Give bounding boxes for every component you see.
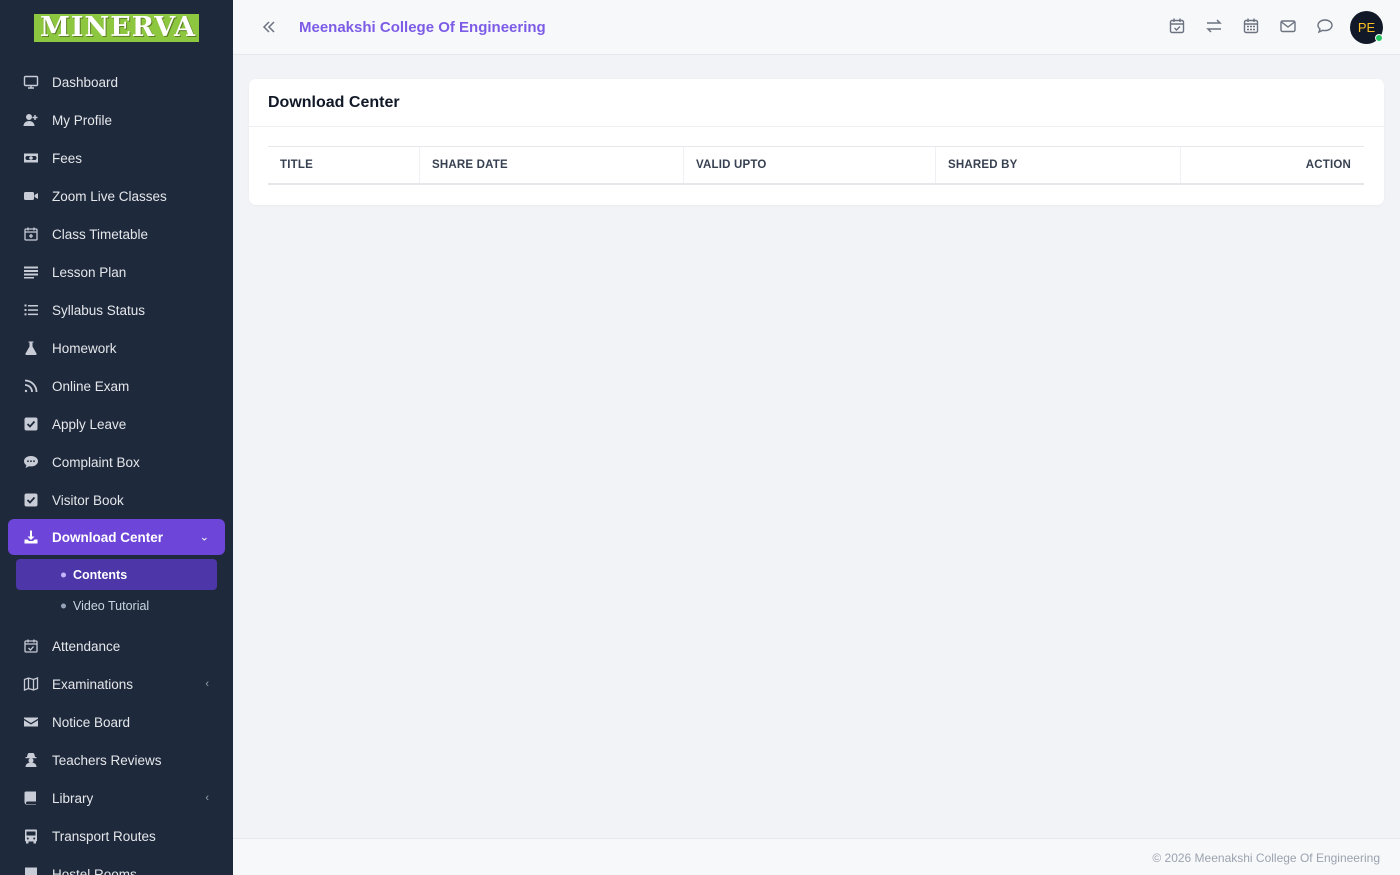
sidebar-item-label: Download Center: [52, 529, 164, 545]
sidebar-item-label: Syllabus Status: [52, 302, 146, 318]
top-header: Meenakshi College Of Engineering PE: [233, 0, 1400, 55]
sidebar-item-label: Examinations: [52, 676, 134, 692]
sidebar-item-online-exam[interactable]: Online Exam: [0, 367, 233, 405]
submenu-item-label: Contents: [73, 567, 128, 582]
sidebar-item-label: Class Timetable: [52, 226, 149, 242]
sidebar: MINERVA Dashboard My Profile Fees Zoom L…: [0, 0, 233, 875]
swap-arrows-icon[interactable]: [1205, 17, 1223, 35]
column-shared-by[interactable]: SHARED BY: [936, 147, 1181, 183]
sidebar-item-label: Hostel Rooms: [52, 866, 137, 875]
list-ordered-icon: [22, 301, 40, 319]
check-square-icon: [22, 415, 40, 433]
sidebar-item-label: Apply Leave: [52, 416, 127, 432]
content-table-header: TITLE SHARE DATE VALID UPTO SHARED BY AC…: [268, 146, 1364, 185]
sidebar-item-dashboard[interactable]: Dashboard: [0, 63, 233, 101]
download-icon: [22, 528, 40, 546]
sidebar-item-syllabus-status[interactable]: Syllabus Status: [0, 291, 233, 329]
sidebar-item-complaint-box[interactable]: Complaint Box: [0, 443, 233, 481]
copyright-text: © 2026 Meenakshi College Of Engineering: [1152, 851, 1380, 865]
sidebar-item-label: Teachers Reviews: [52, 752, 162, 768]
column-valid-upto[interactable]: VALID UPTO: [684, 147, 936, 183]
brand-logo[interactable]: MINERVA: [34, 14, 199, 42]
map-icon: [22, 675, 40, 693]
sidebar-item-label: Zoom Live Classes: [52, 188, 167, 204]
sidebar-item-label: Online Exam: [52, 378, 130, 394]
online-status-dot: [1375, 34, 1383, 42]
video-icon: [22, 187, 40, 205]
column-action: ACTION: [1305, 159, 1351, 171]
sidebar-item-label: Library: [52, 790, 94, 806]
column-title[interactable]: TITLE: [268, 147, 420, 183]
download-center-card: Download Center TITLE SHARE DATE VALID U…: [249, 79, 1384, 205]
monitor-icon: [22, 73, 40, 91]
logo-wrap: MINERVA: [0, 0, 233, 56]
chevron-down-icon: ⌄: [199, 531, 209, 544]
sidebar-item-label: Notice Board: [52, 714, 131, 730]
footer: © 2026 Meenakshi College Of Engineering: [233, 838, 1400, 875]
avatar[interactable]: PE: [1350, 11, 1383, 44]
rss-icon: [22, 377, 40, 395]
sidebar-item-visitor-book[interactable]: Visitor Book: [0, 481, 233, 519]
check-square-icon: [22, 491, 40, 509]
submenu-item-label: Video Tutorial: [73, 598, 150, 613]
list-icon: [22, 263, 40, 281]
sidebar-item-label: Dashboard: [52, 74, 119, 90]
sidebar-item-download-center[interactable]: Download Center ⌄: [8, 519, 225, 555]
calendar-icon[interactable]: [1242, 17, 1260, 35]
avatar-initials: PE: [1357, 20, 1376, 35]
sidebar-item-class-timetable[interactable]: Class Timetable: [0, 215, 233, 253]
sidebar-item-zoom-live-classes[interactable]: Zoom Live Classes: [0, 177, 233, 215]
sidebar-item-label: Transport Routes: [52, 828, 156, 844]
submenu-item-video-tutorial[interactable]: Video Tutorial: [16, 590, 217, 621]
sidebar-item-label: Lesson Plan: [52, 264, 127, 280]
chat-icon: [22, 453, 40, 471]
calendar-plus-icon: [22, 225, 40, 243]
sidebar-item-label: Attendance: [52, 638, 121, 654]
sidebar-item-examinations[interactable]: Examinations ‹: [0, 665, 233, 703]
sidebar-item-label: Homework: [52, 340, 117, 356]
college-name: Meenakshi College Of Engineering: [299, 18, 546, 36]
chevron-left-icon: ‹: [205, 678, 209, 690]
sidebar-item-transport-routes[interactable]: Transport Routes: [0, 817, 233, 855]
sidebar-item-notice-board[interactable]: Notice Board: [0, 703, 233, 741]
sidebar-item-label: Complaint Box: [52, 454, 140, 470]
building-icon: [22, 865, 40, 875]
money-icon: [22, 149, 40, 167]
download-center-submenu: Contents Video Tutorial: [0, 559, 233, 621]
user-secret-icon: [22, 751, 40, 769]
calendar-check-icon[interactable]: [1168, 17, 1186, 35]
sidebar-item-hostel-rooms[interactable]: Hostel Rooms: [0, 855, 233, 875]
sidebar-nav: Dashboard My Profile Fees Zoom Live Clas…: [0, 63, 233, 875]
sidebar-item-apply-leave[interactable]: Apply Leave: [0, 405, 233, 443]
user-plus-icon: [22, 111, 40, 129]
sidebar-item-label: Visitor Book: [52, 492, 124, 508]
sidebar-item-homework[interactable]: Homework: [0, 329, 233, 367]
column-share-date[interactable]: SHARE DATE: [420, 147, 684, 183]
header-icons: [1168, 17, 1334, 35]
flask-icon: [22, 339, 40, 357]
sidebar-item-my-profile[interactable]: My Profile: [0, 101, 233, 139]
bus-icon: [22, 827, 40, 845]
book-icon: [22, 789, 40, 807]
sidebar-item-attendance[interactable]: Attendance: [0, 627, 233, 665]
envelope-icon: [22, 713, 40, 731]
collapse-sidebar-icon[interactable]: [261, 19, 277, 35]
chevron-left-icon: ‹: [205, 792, 209, 804]
page-title: Download Center: [249, 79, 1384, 127]
sidebar-item-lesson-plan[interactable]: Lesson Plan: [0, 253, 233, 291]
envelope-icon[interactable]: [1279, 17, 1297, 35]
sidebar-item-label: My Profile: [52, 112, 113, 128]
chat-bubble-icon[interactable]: [1316, 17, 1334, 35]
sidebar-item-fees[interactable]: Fees: [0, 139, 233, 177]
sidebar-item-library[interactable]: Library ‹: [0, 779, 233, 817]
submenu-item-contents[interactable]: Contents: [16, 559, 217, 590]
sidebar-item-teachers-reviews[interactable]: Teachers Reviews: [0, 741, 233, 779]
calendar-check-icon: [22, 637, 40, 655]
sidebar-item-label: Fees: [52, 150, 83, 166]
